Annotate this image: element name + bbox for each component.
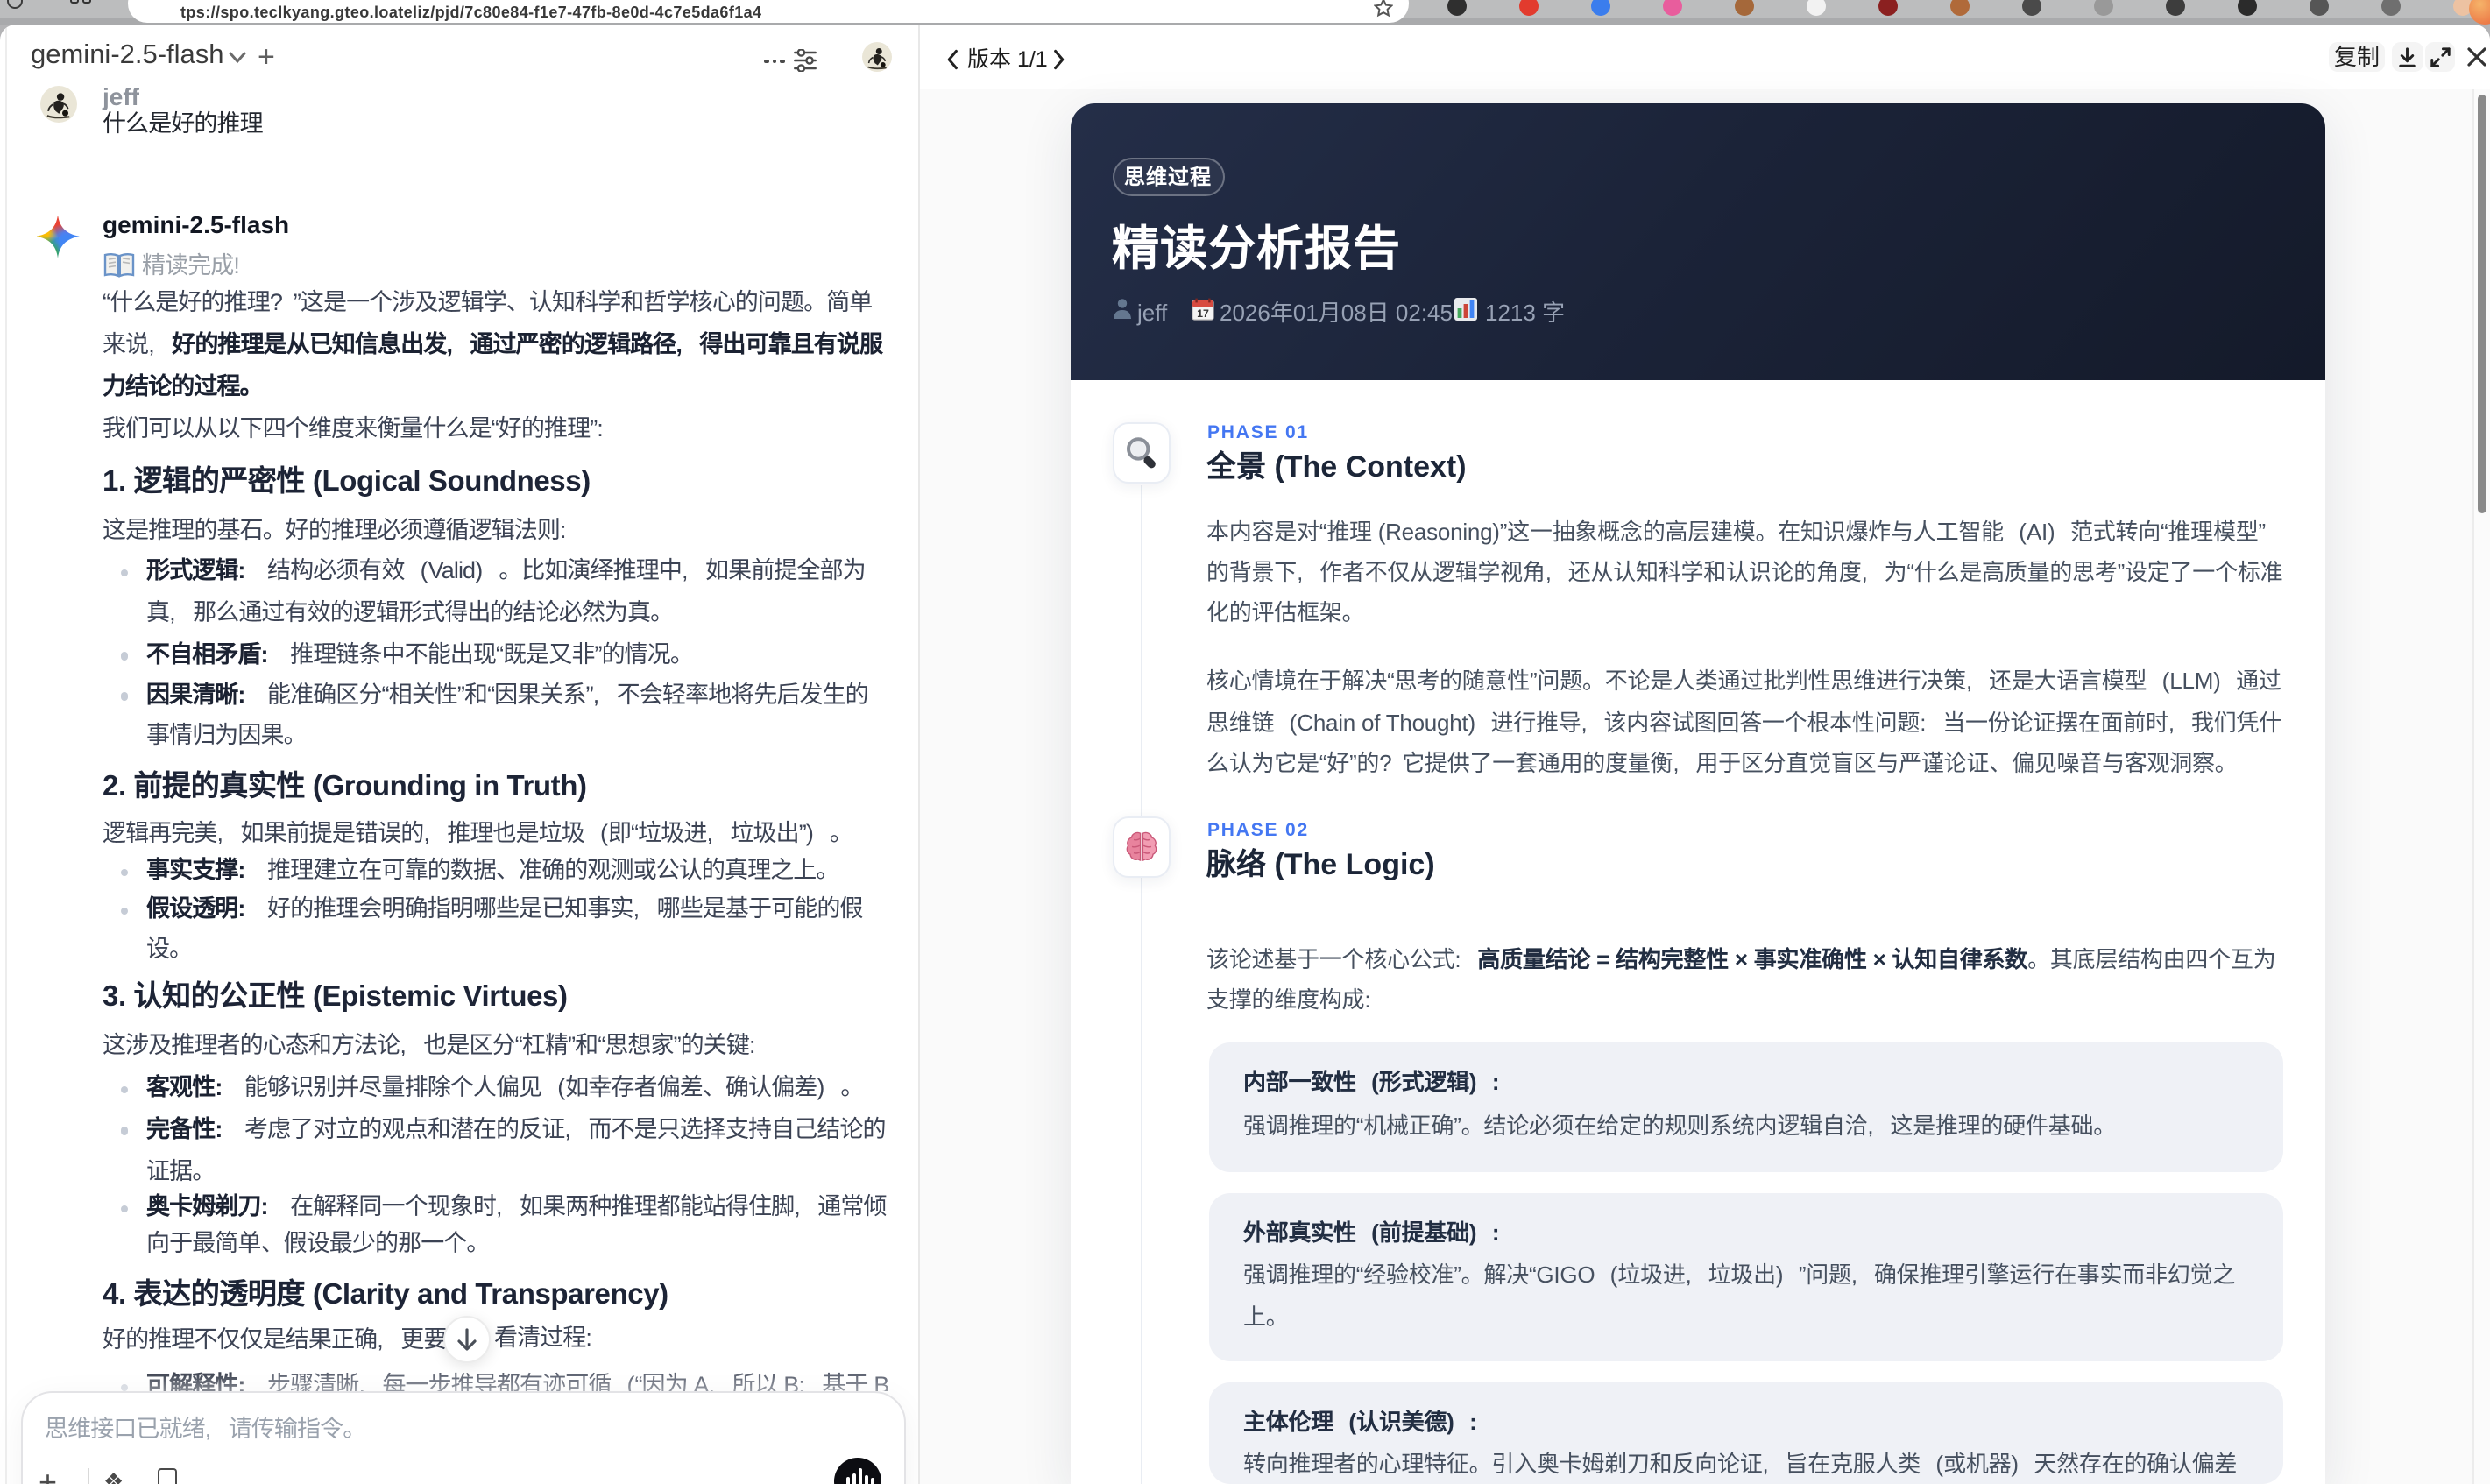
svg-text:17: 17 <box>1197 307 1209 319</box>
